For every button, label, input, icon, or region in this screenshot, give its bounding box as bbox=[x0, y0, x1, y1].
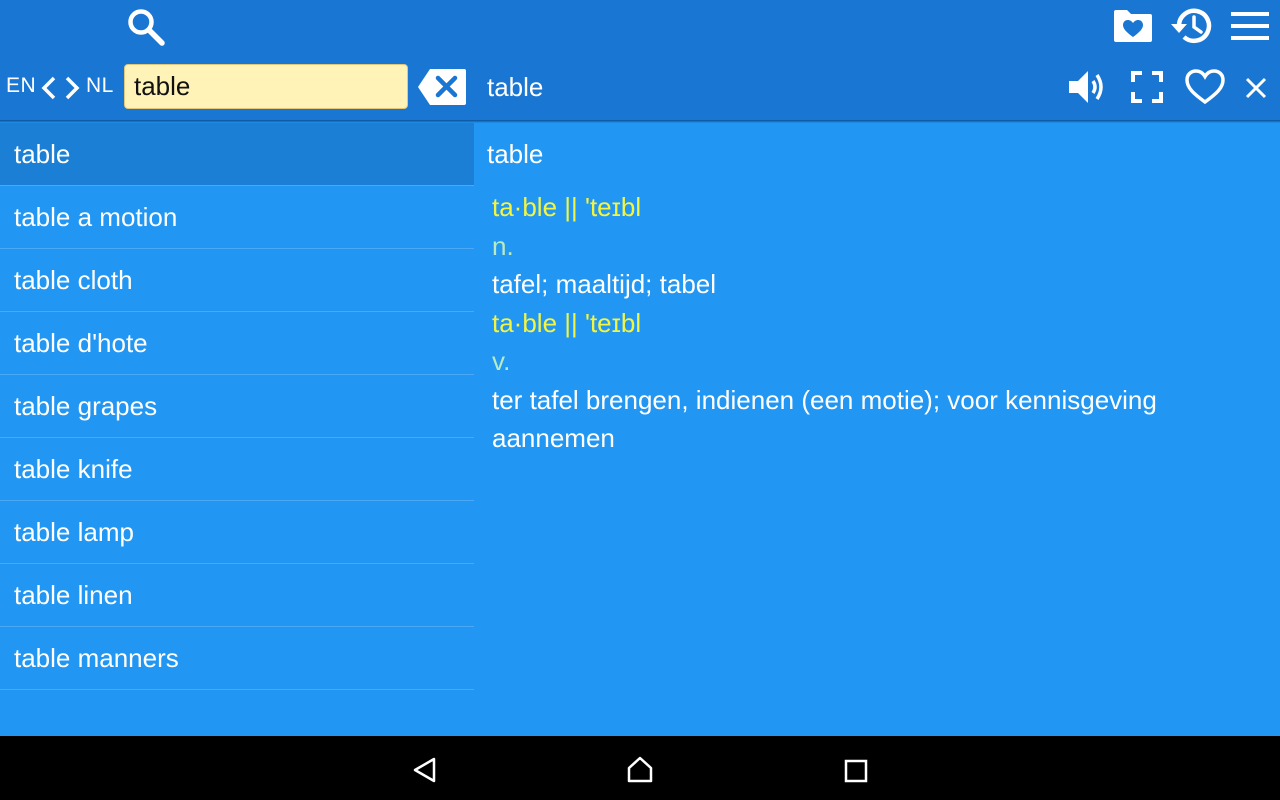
current-word-title: table bbox=[487, 72, 544, 102]
back-icon[interactable] bbox=[412, 756, 438, 784]
list-item[interactable]: table bbox=[0, 123, 474, 186]
word-list: table table a motion table cloth table d… bbox=[0, 123, 474, 690]
heart-icon[interactable] bbox=[1184, 68, 1226, 106]
speaker-icon[interactable] bbox=[1067, 68, 1109, 106]
part-of-speech: n. bbox=[492, 230, 514, 261]
list-item[interactable]: table linen bbox=[0, 564, 474, 627]
list-item[interactable]: table grapes bbox=[0, 375, 474, 438]
translation: tafel; maaltijd; tabel bbox=[492, 269, 717, 299]
history-icon[interactable] bbox=[1170, 5, 1214, 47]
search-icon[interactable] bbox=[126, 7, 166, 47]
target-language[interactable]: NL bbox=[86, 74, 114, 98]
recents-icon[interactable] bbox=[844, 759, 868, 783]
definition-pane: table ta·ble || 'teɪbl n. tafel; maaltij… bbox=[474, 123, 1280, 736]
close-icon[interactable] bbox=[1245, 77, 1267, 99]
swap-right-icon[interactable] bbox=[63, 76, 81, 100]
menu-icon[interactable] bbox=[1231, 12, 1269, 40]
part-of-speech: v. bbox=[492, 346, 511, 376]
list-item[interactable]: table knife bbox=[0, 438, 474, 501]
search-input[interactable] bbox=[124, 64, 408, 109]
headword: ta·ble || 'teɪbl bbox=[492, 307, 642, 338]
favorites-folder-icon[interactable] bbox=[1112, 8, 1154, 44]
list-item[interactable]: table manners bbox=[0, 627, 474, 690]
fullscreen-icon[interactable] bbox=[1131, 71, 1163, 103]
headword: ta·ble || 'teɪbl bbox=[492, 192, 642, 222]
definition-title: table bbox=[487, 139, 544, 169]
translation: ter tafel brengen, indienen (een motie);… bbox=[492, 384, 1157, 454]
list-item[interactable]: table lamp bbox=[0, 501, 474, 564]
system-nav-bar bbox=[0, 736, 1280, 800]
list-item[interactable]: table d'hote bbox=[0, 312, 474, 375]
definition-entries: ta·ble || 'teɪbl n. tafel; maaltijd; tab… bbox=[492, 188, 1262, 458]
list-item[interactable]: table cloth bbox=[0, 249, 474, 312]
clear-icon[interactable] bbox=[417, 68, 467, 106]
source-language[interactable]: EN bbox=[6, 74, 36, 98]
home-icon[interactable] bbox=[626, 756, 654, 784]
list-item[interactable]: table a motion bbox=[0, 186, 474, 249]
swap-left-icon[interactable] bbox=[40, 76, 58, 100]
